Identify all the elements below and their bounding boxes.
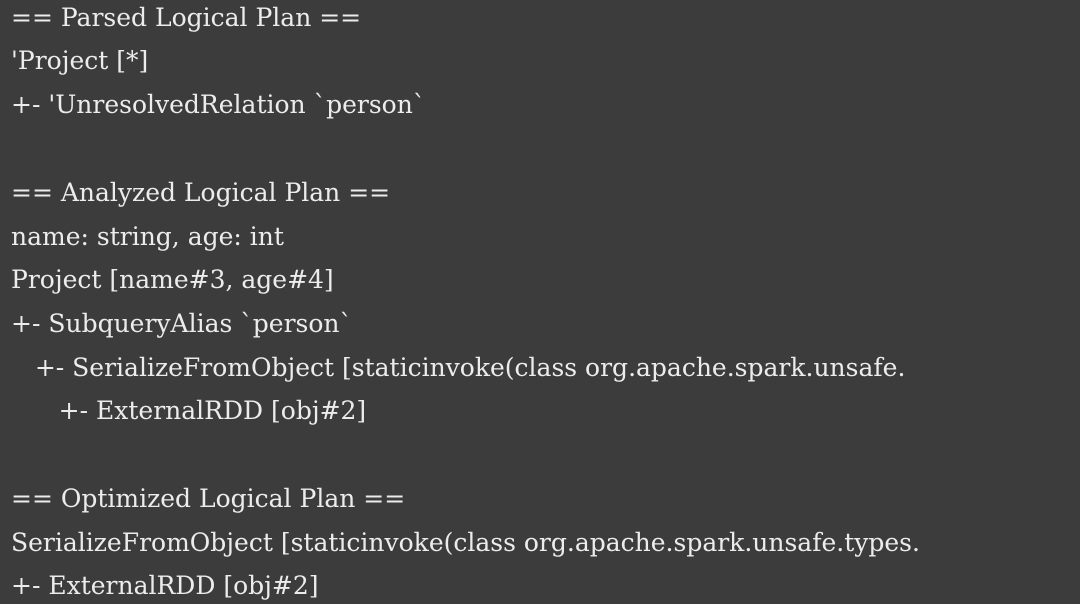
parsed-plan-line: +- 'UnresolvedRelation `person` [11,90,426,119]
parsed-plan-line: 'Project [*] [11,46,149,75]
terminal-output: == Parsed Logical Plan == 'Project [*] +… [0,0,1080,604]
optimized-plan-header: == Optimized Logical Plan == [11,484,406,513]
analyzed-plan-line: +- SubqueryAlias `person` [11,309,353,338]
analyzed-plan-line: +- SerializeFromObject [staticinvoke(cla… [11,353,906,382]
analyzed-plan-line: +- ExternalRDD [obj#2] [11,396,367,425]
optimized-plan-line: SerializeFromObject [staticinvoke(class … [11,528,920,557]
parsed-plan-header: == Parsed Logical Plan == [11,3,362,32]
analyzed-plan-line: Project [name#3, age#4] [11,265,334,294]
analyzed-plan-header: == Analyzed Logical Plan == [11,178,391,207]
optimized-plan-line: +- ExternalRDD [obj#2] [11,571,319,600]
analyzed-plan-line: name: string, age: int [11,222,284,251]
